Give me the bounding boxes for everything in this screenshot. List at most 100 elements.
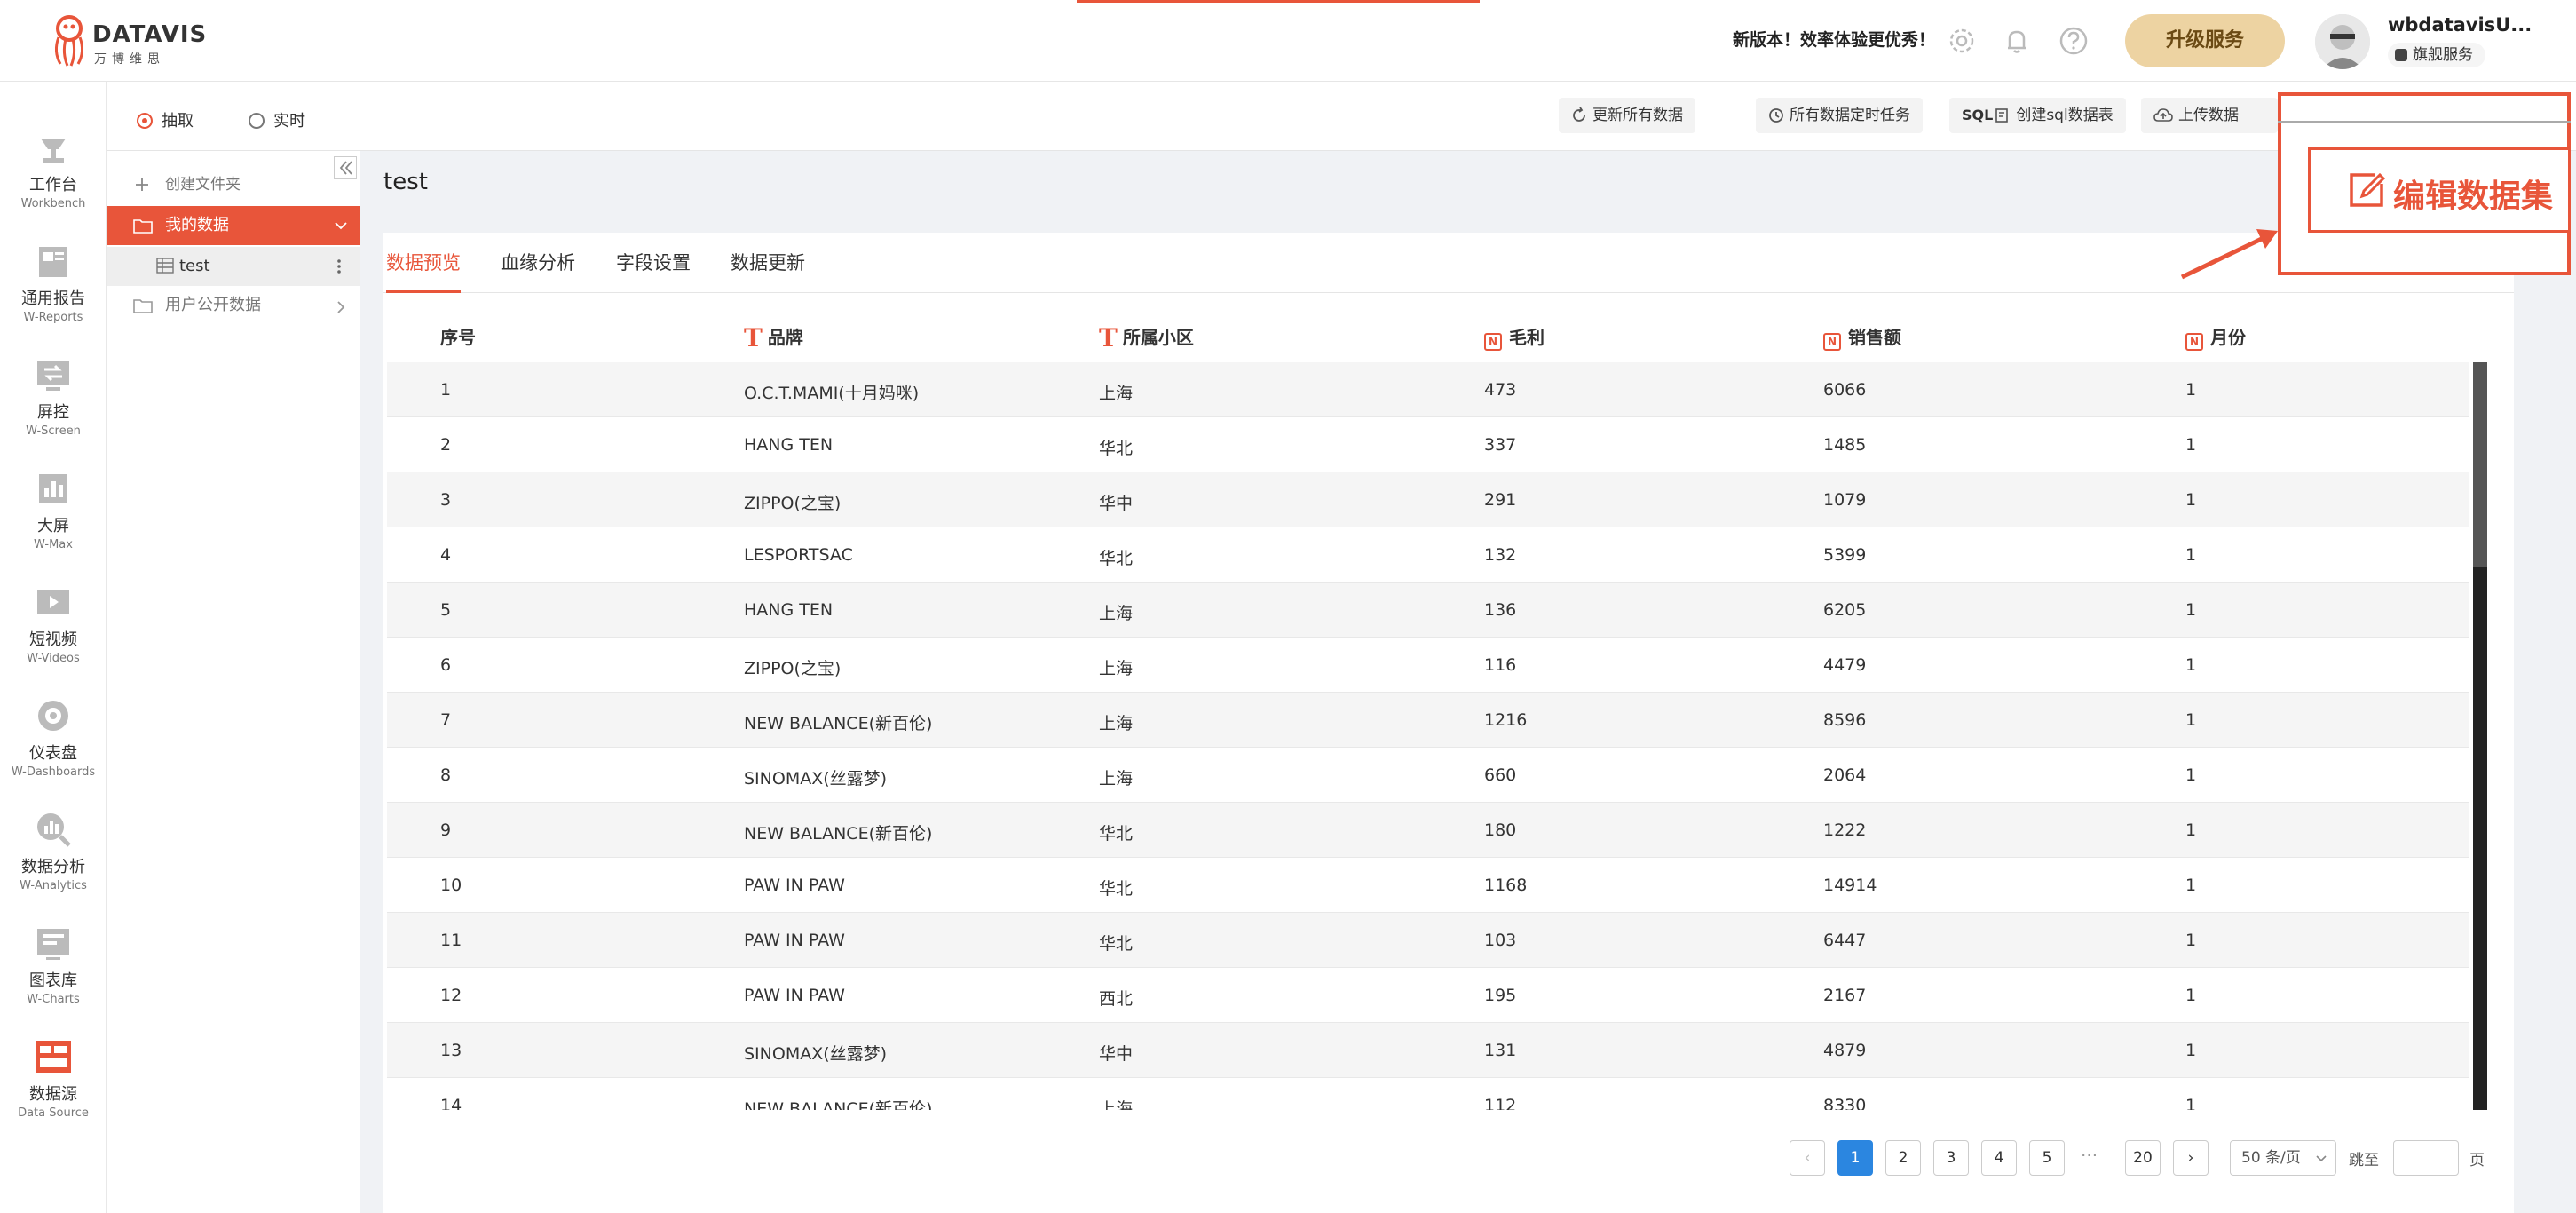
help-icon[interactable] bbox=[2058, 25, 2090, 57]
user-name[interactable]: wbdatavisU... bbox=[2388, 14, 2532, 36]
table-row[interactable]: 14 NEW BALANCE(新百伦) 上海 112 8330 1 bbox=[387, 1078, 2469, 1110]
cell-profit: 337 bbox=[1484, 435, 1517, 455]
nav-videos[interactable]: 短视频 W-Videos bbox=[0, 568, 107, 678]
number-type-icon: N bbox=[2185, 333, 2203, 351]
mode-realtime-radio[interactable]: 实时 bbox=[249, 108, 305, 131]
number-type-icon: N bbox=[1484, 333, 1502, 351]
pager-page-last[interactable]: 20 bbox=[2125, 1140, 2161, 1176]
cell-brand: ZIPPO(之宝) bbox=[744, 494, 842, 513]
pager-page-5[interactable]: 5 bbox=[2029, 1140, 2065, 1176]
cell-index: 1 bbox=[440, 380, 452, 400]
app-navigation: 工作台 Workbench 通用报告 W-Reports 屏控 W-Screen… bbox=[0, 82, 107, 1213]
refresh-all-button[interactable]: 更新所有数据 bbox=[1559, 98, 1695, 133]
upgrade-service-button[interactable]: 升级服务 bbox=[2125, 14, 2285, 67]
pager-ellipsis[interactable]: ··· bbox=[2081, 1140, 2098, 1170]
nav-workbench[interactable]: 工作台 Workbench bbox=[0, 114, 107, 224]
table-row[interactable]: 1 O.C.T.MAMI(十月妈咪) 上海 473 6066 1 bbox=[387, 362, 2469, 417]
cell-sales: 6066 bbox=[1823, 380, 1867, 400]
tab-data-update[interactable]: 数据更新 bbox=[731, 249, 805, 275]
cell-month: 1 bbox=[2185, 710, 2197, 730]
user-avatar[interactable] bbox=[2315, 14, 2370, 69]
table-row[interactable]: 12 PAW IN PAW 西北 195 2167 1 bbox=[387, 968, 2469, 1023]
cell-index: 8 bbox=[440, 765, 452, 785]
pager-prev-button[interactable]: ‹ bbox=[1790, 1140, 1825, 1176]
table-row[interactable]: 4 LESPORTSAC 华北 132 5399 1 bbox=[387, 527, 2469, 583]
page-size-select[interactable]: 50 条/页 bbox=[2230, 1140, 2336, 1176]
col-header-region[interactable]: T 所属小区 bbox=[1099, 323, 1194, 353]
cell-region: 上海 bbox=[1099, 659, 1134, 678]
upload-data-button[interactable]: 上传数据 bbox=[2141, 98, 2278, 133]
refresh-icon bbox=[1573, 107, 1585, 122]
plus-icon bbox=[136, 178, 148, 191]
cell-brand: NEW BALANCE(新百伦) bbox=[744, 1099, 933, 1110]
cell-sales: 5399 bbox=[1823, 545, 1867, 565]
cell-sales: 4879 bbox=[1823, 1041, 1867, 1060]
table-row[interactable]: 9 NEW BALANCE(新百伦) 华北 180 1222 1 bbox=[387, 803, 2469, 858]
cell-sales: 1485 bbox=[1823, 435, 1867, 455]
tab-lineage[interactable]: 血缘分析 bbox=[501, 249, 575, 275]
table-row[interactable]: 5 HANG TEN 上海 136 6205 1 bbox=[387, 583, 2469, 638]
create-sql-table-button[interactable]: SQL 创建sql数据表 bbox=[1949, 98, 2126, 133]
notification-bell-icon[interactable] bbox=[2001, 25, 2033, 57]
cell-region: 上海 bbox=[1099, 604, 1134, 623]
folder-public-data[interactable]: 用户公开数据 bbox=[107, 286, 360, 325]
table-row[interactable]: 13 SINOMAX(丝露梦) 华中 131 4879 1 bbox=[387, 1023, 2469, 1078]
nav-charts[interactable]: 图表库 W-Charts bbox=[0, 909, 107, 1019]
cell-month: 1 bbox=[2185, 1096, 2197, 1110]
datavis-logo[interactable]: DATAVIS 万博维思 bbox=[50, 12, 206, 69]
table-body: 1 O.C.T.MAMI(十月妈咪) 上海 473 6066 1 2 HANG TEN 华北 33… bbox=[387, 362, 2469, 1110]
cell-index: 9 bbox=[440, 821, 452, 840]
text-type-icon: T bbox=[1099, 323, 1118, 353]
cell-month: 1 bbox=[2185, 435, 2197, 455]
table-row[interactable]: 7 NEW BALANCE(新百伦) 上海 1216 8596 1 bbox=[387, 693, 2469, 748]
tab-field-settings[interactable]: 字段设置 bbox=[616, 249, 691, 275]
cell-region: 华北 bbox=[1099, 549, 1134, 568]
nav-dashboards-label: 仪表盘 bbox=[29, 744, 77, 763]
table-row[interactable]: 10 PAW IN PAW 华北 1168 14914 1 bbox=[387, 858, 2469, 913]
avatar-face-icon bbox=[2315, 14, 2370, 69]
chevron-down-icon bbox=[335, 222, 347, 230]
tab-data-preview[interactable]: 数据预览 bbox=[386, 249, 461, 275]
more-vertical-icon[interactable] bbox=[336, 258, 343, 275]
nav-analytics[interactable]: 数据分析 W-Analytics bbox=[0, 796, 107, 906]
table-row[interactable]: 6 ZIPPO(之宝) 上海 116 4479 1 bbox=[387, 638, 2469, 693]
nav-charts-label: 图表库 bbox=[29, 971, 77, 990]
table-row[interactable]: 8 SINOMAX(丝露梦) 上海 660 2064 1 bbox=[387, 748, 2469, 803]
pager-page-1[interactable]: 1 bbox=[1837, 1140, 1873, 1176]
chevron-down-icon bbox=[2316, 1155, 2327, 1162]
settings-gear-icon[interactable] bbox=[1946, 25, 1978, 57]
col-header-month-label: 月份 bbox=[2210, 327, 2246, 348]
create-folder-button[interactable]: 创建文件夹 bbox=[107, 165, 360, 204]
col-header-region-label: 所属小区 bbox=[1122, 327, 1194, 348]
pager-page-3[interactable]: 3 bbox=[1933, 1140, 1969, 1176]
pager-page-4[interactable]: 4 bbox=[1981, 1140, 2017, 1176]
logo-name: DATAVIS bbox=[92, 21, 208, 48]
table-row[interactable]: 3 ZIPPO(之宝) 华中 291 1079 1 bbox=[387, 472, 2469, 527]
cell-profit: 116 bbox=[1484, 655, 1517, 675]
table-scrollbar-thumb[interactable] bbox=[2473, 362, 2487, 567]
folder-my-data[interactable]: 我的数据 bbox=[107, 206, 360, 245]
col-header-index[interactable]: 序号 bbox=[440, 323, 476, 349]
dataset-item-test[interactable]: test bbox=[107, 247, 360, 286]
table-row[interactable]: 11 PAW IN PAW 华北 103 6447 1 bbox=[387, 913, 2469, 968]
mode-extract-radio[interactable]: 抽取 bbox=[137, 108, 194, 131]
col-header-month[interactable]: N 月份 bbox=[2185, 323, 2246, 351]
col-header-sales[interactable]: N 销售额 bbox=[1823, 323, 1901, 351]
nav-reports[interactable]: 通用报告 W-Reports bbox=[0, 227, 107, 337]
table-header: 序号 T 品牌 T 所属小区 N 毛利 N 销售额 N 月份 bbox=[387, 305, 2487, 362]
col-header-brand[interactable]: T 品牌 bbox=[744, 323, 803, 353]
pager-next-button[interactable]: › bbox=[2173, 1140, 2209, 1176]
schedule-all-button[interactable]: 所有数据定时任务 bbox=[1756, 98, 1923, 133]
cell-index: 12 bbox=[440, 986, 462, 1005]
nav-bigscreen[interactable]: 大屏 W-Max bbox=[0, 455, 107, 565]
nav-datasource[interactable]: 数据源 Data Source bbox=[0, 1023, 107, 1133]
cell-month: 1 bbox=[2185, 545, 2197, 565]
edit-icon bbox=[2350, 172, 2385, 207]
table-row[interactable]: 2 HANG TEN 华北 337 1485 1 bbox=[387, 417, 2469, 472]
folder-open-icon bbox=[133, 219, 153, 234]
nav-screen[interactable]: 屏控 W-Screen bbox=[0, 341, 107, 451]
nav-dashboards[interactable]: 仪表盘 W-Dashboards bbox=[0, 682, 107, 792]
pager-page-2[interactable]: 2 bbox=[1885, 1140, 1921, 1176]
col-header-profit[interactable]: N 毛利 bbox=[1484, 323, 1545, 351]
jump-page-input[interactable] bbox=[2393, 1140, 2459, 1176]
